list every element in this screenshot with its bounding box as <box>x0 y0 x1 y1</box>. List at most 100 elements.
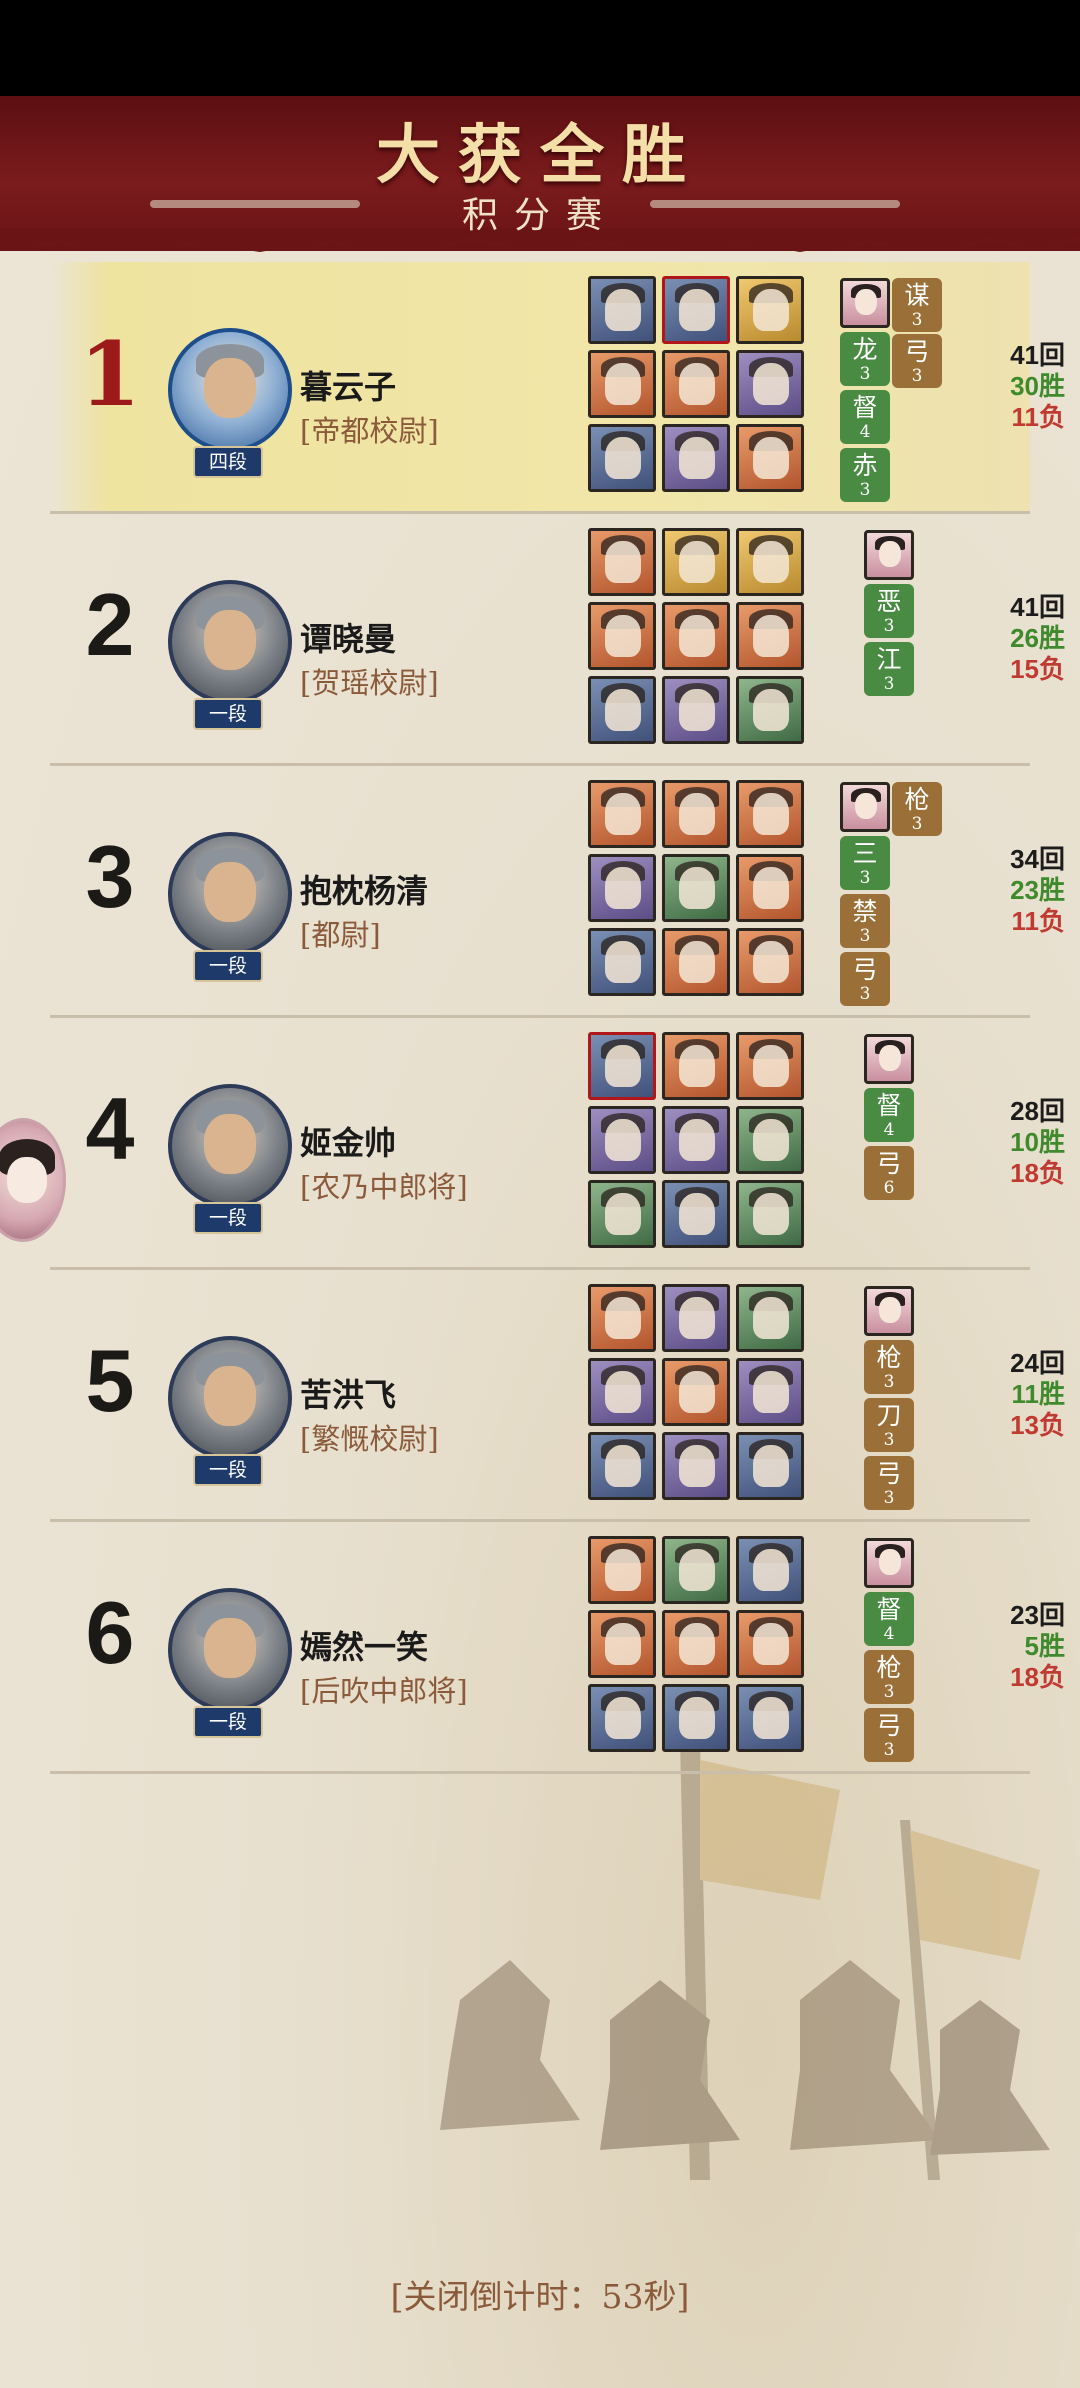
hero-card[interactable] <box>662 350 730 418</box>
hero-card[interactable] <box>588 780 656 848</box>
hero-card[interactable] <box>736 1610 804 1678</box>
tactic-tag[interactable]: 弓3 <box>864 1456 914 1510</box>
hero-card[interactable] <box>736 350 804 418</box>
hero-card[interactable] <box>662 676 730 744</box>
tactic-tag[interactable]: 禁3 <box>840 894 890 948</box>
hero-card[interactable] <box>588 602 656 670</box>
hero-card[interactable] <box>736 276 804 344</box>
hero-card[interactable] <box>736 424 804 492</box>
tactic-tag[interactable]: 弓3 <box>864 1708 914 1762</box>
advisor-portrait[interactable] <box>840 782 890 832</box>
hero-card[interactable] <box>736 1032 804 1100</box>
hero-card[interactable] <box>662 424 730 492</box>
hero-card[interactable] <box>736 928 804 996</box>
tactic-tag[interactable]: 弓6 <box>864 1146 914 1200</box>
tag-char: 督 <box>876 1595 902 1624</box>
player-avatar[interactable] <box>168 1084 292 1208</box>
tactic-tag[interactable]: 三3 <box>840 836 890 890</box>
hero-card[interactable] <box>588 1432 656 1500</box>
hero-card[interactable] <box>736 1536 804 1604</box>
hero-card[interactable] <box>588 928 656 996</box>
advisor-portrait[interactable] <box>840 278 890 328</box>
tactic-tag[interactable]: 弓3 <box>892 334 942 388</box>
hero-lineup <box>588 1284 814 1510</box>
hero-card[interactable] <box>662 854 730 922</box>
match-stats: 28回 10胜 18负 <box>975 1096 1065 1189</box>
hero-card[interactable] <box>736 676 804 744</box>
hero-card[interactable] <box>662 1106 730 1174</box>
tactic-tag[interactable]: 江3 <box>864 642 914 696</box>
hero-card[interactable] <box>588 1684 656 1752</box>
player-avatar[interactable] <box>168 1588 292 1712</box>
hero-card[interactable] <box>662 1610 730 1678</box>
hero-card[interactable] <box>588 1358 656 1426</box>
hero-card[interactable] <box>588 276 656 344</box>
tactic-tag[interactable]: 刀3 <box>864 1398 914 1452</box>
hero-card[interactable] <box>588 1106 656 1174</box>
tactic-tag[interactable]: 龙3 <box>840 332 890 386</box>
hero-card[interactable] <box>736 780 804 848</box>
hero-card[interactable] <box>736 1284 804 1352</box>
hero-card[interactable] <box>736 1684 804 1752</box>
hero-card[interactable] <box>662 1284 730 1352</box>
leaderboard-row[interactable]: 4 一段 姬金帅 [农乃中郎将] 督4弓6 28回 10胜 18负 <box>50 1018 1065 1270</box>
hero-card[interactable] <box>662 1536 730 1604</box>
hero-card[interactable] <box>662 1358 730 1426</box>
hero-card[interactable] <box>736 1106 804 1174</box>
player-avatar[interactable] <box>168 328 292 452</box>
hero-card[interactable] <box>662 1180 730 1248</box>
tag-level: 3 <box>883 1372 895 1392</box>
advisor-portrait[interactable] <box>864 1286 914 1336</box>
advisor-portrait[interactable] <box>864 530 914 580</box>
player-avatar[interactable] <box>168 832 292 956</box>
hero-card[interactable] <box>736 528 804 596</box>
leaderboard-row[interactable]: 1 四段 暮云子 [帝都校尉] 谋3弓3龙3督4赤3 41回 30胜 11负 <box>50 262 1065 514</box>
hero-card[interactable] <box>662 276 730 344</box>
hero-card[interactable] <box>736 854 804 922</box>
leaderboard-row[interactable]: 2 一段 谭晓曼 [贺瑶校尉] 恶3江3 41回 26胜 15负 <box>50 514 1065 766</box>
hero-face <box>753 1119 789 1161</box>
hero-card[interactable] <box>588 1610 656 1678</box>
hero-card[interactable] <box>588 1284 656 1352</box>
hero-card[interactable] <box>662 1684 730 1752</box>
hero-card[interactable] <box>662 928 730 996</box>
hero-card[interactable] <box>736 602 804 670</box>
tactic-tag[interactable]: 谋3 <box>892 278 942 332</box>
hero-card[interactable] <box>662 602 730 670</box>
hero-card[interactable] <box>662 1432 730 1500</box>
tactic-tag[interactable]: 枪3 <box>892 782 942 836</box>
player-avatar[interactable] <box>168 580 292 704</box>
hero-card[interactable] <box>736 1180 804 1248</box>
tactic-tag[interactable]: 枪3 <box>864 1650 914 1704</box>
hero-card[interactable] <box>588 1032 656 1100</box>
tactic-tag[interactable]: 督4 <box>840 390 890 444</box>
tactic-tag[interactable]: 弓3 <box>840 952 890 1006</box>
hero-card[interactable] <box>588 1536 656 1604</box>
hero-card[interactable] <box>588 424 656 492</box>
hero-card[interactable] <box>588 350 656 418</box>
hero-face <box>753 1445 789 1487</box>
tactic-tag[interactable]: 枪3 <box>864 1340 914 1394</box>
leaderboard-row[interactable]: 3 一段 抱枕杨清 [都尉] 枪3三3禁3弓3 34回 23胜 11负 <box>50 766 1065 1018</box>
hero-card[interactable] <box>588 854 656 922</box>
tactic-tag[interactable]: 恶3 <box>864 584 914 638</box>
hero-card[interactable] <box>588 676 656 744</box>
tactic-tag[interactable]: 赤3 <box>840 448 890 502</box>
tactic-tags: 枪3三3禁3弓3 <box>840 782 960 1012</box>
tactic-tag[interactable]: 督4 <box>864 1592 914 1646</box>
player-avatar[interactable] <box>168 1336 292 1460</box>
hero-card[interactable] <box>588 1180 656 1248</box>
tactic-tag[interactable]: 督4 <box>864 1088 914 1142</box>
leaderboard-row[interactable]: 5 一段 苦洪飞 [繁慨校尉] 枪3刀3弓3 24回 11胜 13负 <box>50 1270 1065 1522</box>
hero-card[interactable] <box>662 780 730 848</box>
tag-level: 3 <box>911 814 923 834</box>
hero-card[interactable] <box>662 528 730 596</box>
advisor-portrait[interactable] <box>864 1538 914 1588</box>
hero-card[interactable] <box>736 1358 804 1426</box>
face-shape <box>204 358 256 418</box>
hero-card[interactable] <box>736 1432 804 1500</box>
advisor-portrait[interactable] <box>864 1034 914 1084</box>
leaderboard-row[interactable]: 6 一段 嫣然一笑 [后吹中郎将] 督4枪3弓3 23回 5胜 18负 <box>50 1522 1065 1774</box>
hero-card[interactable] <box>588 528 656 596</box>
hero-card[interactable] <box>662 1032 730 1100</box>
